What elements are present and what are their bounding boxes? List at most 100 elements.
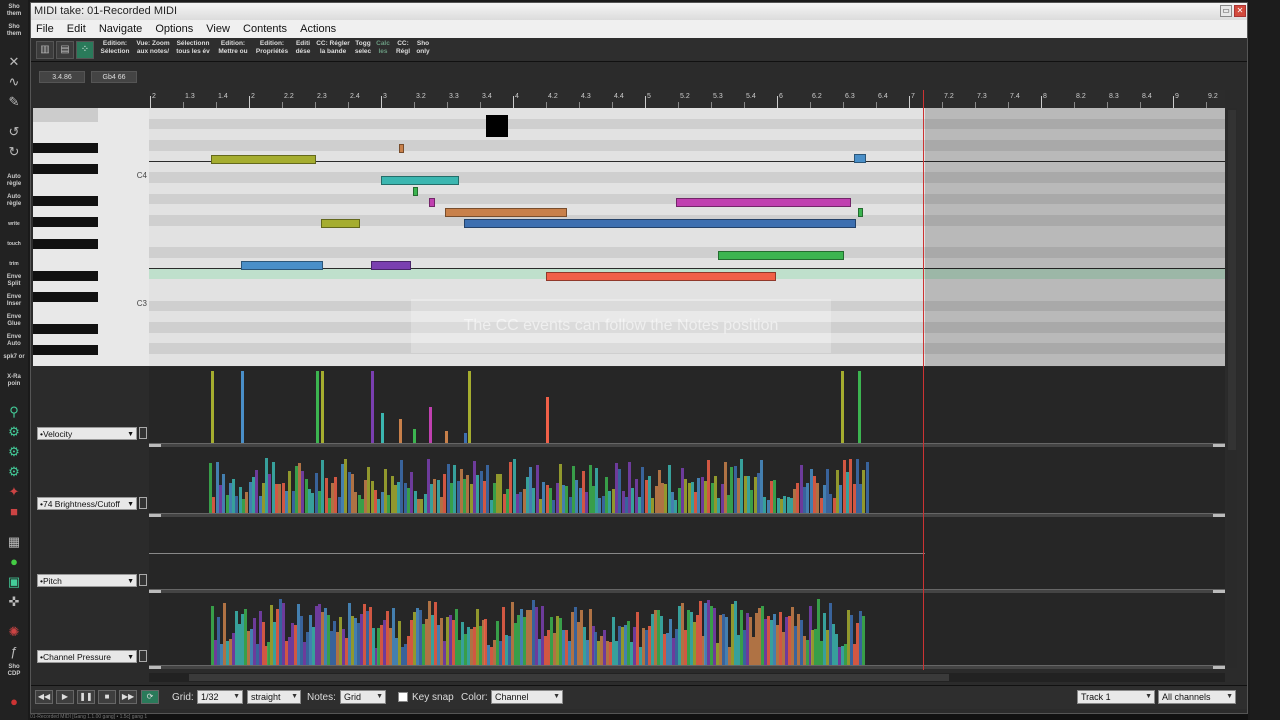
auto-regle-button-2[interactable]: Auto règle: [3, 194, 25, 208]
black-key[interactable]: [33, 345, 98, 355]
velocity-bar[interactable]: [468, 371, 471, 443]
envelope-split-button[interactable]: Enve Split: [3, 274, 25, 288]
tool-icon-5[interactable]: ✦: [6, 484, 22, 500]
lane-lock-icon[interactable]: [139, 427, 147, 439]
loop-icon[interactable]: ⟳: [141, 690, 159, 704]
toolbar-btn-mettre-ou[interactable]: Edition: Mettre ou: [216, 40, 250, 60]
key-snap-checkbox[interactable]: [398, 692, 408, 702]
note-red-long[interactable]: [546, 272, 776, 281]
grid-value-select[interactable]: 1/32 ▼: [197, 690, 243, 704]
note-teal-1[interactable]: [381, 176, 459, 185]
velocity-bar[interactable]: [321, 371, 324, 443]
velocity-bar[interactable]: [371, 371, 374, 443]
toolbar-btn-select-all[interactable]: Sélectionn tous les év: [174, 40, 212, 60]
piano-keyboard[interactable]: C4 C3: [33, 108, 149, 366]
lane-divider-handle[interactable]: [1213, 666, 1225, 669]
menu-contents[interactable]: Contents: [238, 20, 292, 38]
velocity-bar[interactable]: [211, 371, 214, 443]
toolbar-btn-cc-band[interactable]: CC: Régler la bande: [315, 40, 351, 60]
stop-button[interactable]: ■: [98, 690, 116, 704]
redo-icon[interactable]: ↻: [6, 144, 22, 160]
timeline-ruler[interactable]: 2 1.3 1.4 2 2.2 2.3 2.4 3 3.2 3.3 3.4 4 4.2 4.3 4.4 5 5.…: [149, 90, 1225, 108]
piano-roll-icon[interactable]: ▥: [36, 41, 54, 59]
close-button[interactable]: ✕: [1234, 5, 1246, 17]
lane-divider[interactable]: [149, 665, 1225, 669]
marker-icon[interactable]: ●: [6, 554, 22, 570]
write-mode-button[interactable]: write: [3, 221, 25, 228]
spk7-button[interactable]: spk7 or: [3, 354, 25, 361]
tool-icon-2[interactable]: ⚙: [6, 424, 22, 440]
vertical-scrollbar-thumb[interactable]: [1228, 110, 1236, 450]
toolbar-btn-calc[interactable]: Calc les: [374, 40, 392, 60]
velocity-lane-select[interactable]: •Velocity ▼: [37, 427, 137, 440]
velocity-bar[interactable]: [241, 371, 244, 443]
tool-icon-7[interactable]: ▣: [6, 574, 22, 590]
menu-options[interactable]: Options: [150, 20, 198, 38]
menu-view[interactable]: View: [201, 20, 235, 38]
tool-icon-8[interactable]: ✺: [6, 624, 22, 640]
pencil-icon[interactable]: ✎: [6, 94, 22, 110]
velocity-bar[interactable]: [381, 413, 384, 443]
vertical-scrollbar[interactable]: [1227, 108, 1237, 668]
menu-edit[interactable]: Edit: [62, 20, 91, 38]
trim-mode-button[interactable]: trim: [3, 261, 25, 268]
envelope-auto-button[interactable]: Enve Auto: [3, 334, 25, 348]
grid-type-select[interactable]: straight ▼: [247, 690, 301, 704]
note-green-end[interactable]: [858, 208, 863, 217]
velocity-bar[interactable]: [858, 371, 861, 443]
note-magenta-small[interactable]: [429, 198, 435, 207]
crosshair-icon[interactable]: ✜: [6, 594, 22, 610]
note-magenta-long[interactable]: [676, 198, 851, 207]
note-purple-1[interactable]: [371, 261, 411, 270]
grid-icon[interactable]: ▦: [6, 534, 22, 550]
black-key[interactable]: [33, 217, 98, 227]
tool-icon-1[interactable]: ⚲: [6, 404, 22, 420]
record-icon[interactable]: ●: [6, 694, 22, 710]
menu-navigate[interactable]: Navigate: [94, 20, 147, 38]
lane-lock-icon[interactable]: [139, 574, 147, 586]
black-key[interactable]: [33, 196, 98, 206]
velocity-bar[interactable]: [841, 371, 844, 443]
velocity-bar[interactable]: [316, 371, 319, 443]
brightness-lane-select[interactable]: •74 Brightness/Cutoff ▼: [37, 497, 137, 510]
velocity-bar[interactable]: [429, 407, 432, 443]
velocity-bar[interactable]: [413, 429, 416, 443]
black-key[interactable]: [33, 324, 98, 334]
tool-icon-4[interactable]: ⚙: [6, 464, 22, 480]
note-orange-long[interactable]: [445, 208, 567, 217]
toolbar-btn-toggle-select[interactable]: Togg selec: [353, 40, 373, 60]
menu-actions[interactable]: Actions: [295, 20, 341, 38]
pressure-lane-select[interactable]: •Channel Pressure ▼: [37, 650, 137, 663]
event-list-icon[interactable]: ⁘: [76, 41, 94, 59]
black-key[interactable]: [33, 239, 98, 249]
envelope-insert-button[interactable]: Enve Inser: [3, 294, 25, 308]
show-them-button-2[interactable]: Sho them: [3, 24, 25, 38]
auto-regle-button-1[interactable]: Auto règle: [3, 174, 25, 188]
toolbar-btn-proprietes[interactable]: Edition: Propriétés: [254, 40, 290, 60]
notes-value-select[interactable]: Grid ▼: [340, 690, 386, 704]
cc-bar[interactable]: [862, 616, 866, 665]
pitch-lane-select[interactable]: •Pitch ▼: [37, 574, 137, 587]
touch-mode-button[interactable]: touch: [3, 241, 25, 248]
waveform-icon[interactable]: ∿: [6, 74, 22, 90]
velocity-lane[interactable]: [149, 367, 1225, 443]
lane-lock-icon[interactable]: [139, 497, 147, 509]
velocity-bar[interactable]: [546, 397, 549, 443]
show-them-button-1[interactable]: Sho them: [3, 4, 25, 18]
rewind-button[interactable]: ◀◀: [35, 690, 53, 704]
black-key[interactable]: [33, 164, 98, 174]
note-olive-1[interactable]: [211, 155, 316, 164]
pressure-lane[interactable]: [149, 593, 1225, 665]
tool-icon-3[interactable]: ⚙: [6, 444, 22, 460]
black-key[interactable]: [33, 143, 98, 153]
show-cdp-button[interactable]: Sho CDP: [3, 664, 25, 678]
note-sky-1[interactable]: [241, 261, 323, 270]
fast-forward-button[interactable]: ▶▶: [119, 690, 137, 704]
horizontal-scrollbar[interactable]: [149, 673, 1225, 682]
maximize-button[interactable]: ▭: [1220, 5, 1232, 17]
color-mode-select[interactable]: Channel ▼: [491, 690, 563, 704]
lane-divider-handle[interactable]: [149, 666, 161, 669]
note-olive-2[interactable]: [321, 219, 360, 228]
toolbar-btn-edition-selection[interactable]: Edition: Sélection: [98, 40, 132, 60]
tool-icon-6[interactable]: ■: [6, 504, 22, 520]
